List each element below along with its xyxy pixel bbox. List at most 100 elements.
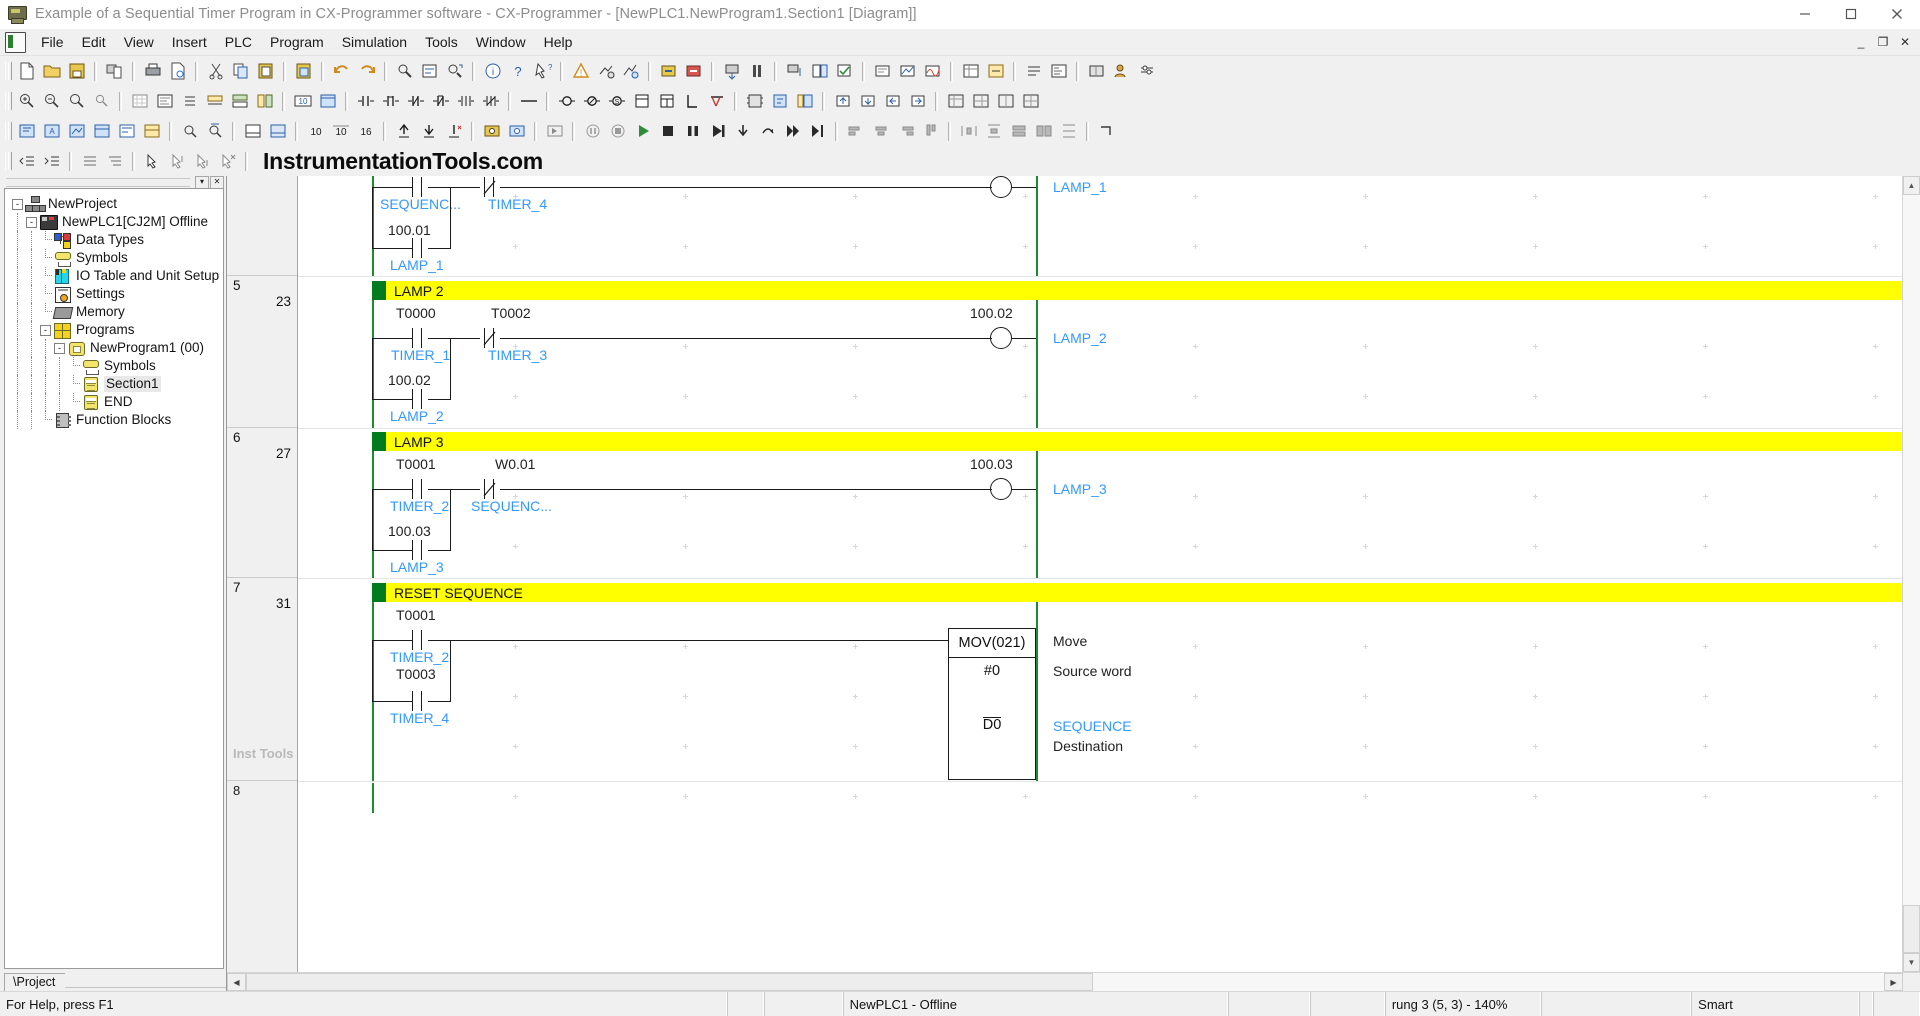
gutter-cell-8[interactable]: 8 <box>227 781 297 811</box>
coil-5[interactable] <box>990 327 1012 349</box>
tree-item-symbols[interactable]: Symbols <box>11 357 223 375</box>
transfer-from-plc-icon[interactable] <box>782 59 807 83</box>
cut-icon[interactable] <box>203 59 228 83</box>
mdi-minimize-icon[interactable]: _ <box>1850 32 1872 52</box>
tree-expander[interactable]: - <box>11 195 25 213</box>
tree-item-settings[interactable]: Settings <box>11 285 223 303</box>
rung-up-icon[interactable] <box>830 89 855 113</box>
new-instruction-alt-icon[interactable] <box>654 89 679 113</box>
paste-special-icon[interactable] <box>291 59 316 83</box>
menu-edit[interactable]: Edit <box>73 31 115 53</box>
gutter-cell-7[interactable]: 7 31 Inst Tools <box>227 578 297 781</box>
hscroll-track[interactable] <box>246 973 1884 991</box>
coil-4[interactable] <box>990 176 1012 198</box>
work-online-simulator-icon[interactable] <box>479 119 504 143</box>
new-contact-nc-alt-icon[interactable] <box>428 89 453 113</box>
menu-plc[interactable]: PLC <box>216 31 261 53</box>
contact-4-3[interactable] <box>406 238 428 258</box>
toolbar-grip[interactable] <box>4 61 12 81</box>
save-icon[interactable] <box>64 59 89 83</box>
tree-item-memory[interactable]: Memory <box>11 303 223 321</box>
symbol-table-icon[interactable] <box>958 59 983 83</box>
function-block-library-icon[interactable] <box>792 89 817 113</box>
new-contact-nc-icon[interactable] <box>403 89 428 113</box>
comment-view-icon[interactable] <box>114 119 139 143</box>
corner-connect-icon[interactable] <box>1094 119 1119 143</box>
tree-item-data-types[interactable]: Data Types <box>11 231 223 249</box>
decrease-indent-icon[interactable] <box>14 149 39 173</box>
tree-expander[interactable]: - <box>25 213 39 231</box>
toggle-address-display-icon[interactable]: 10 <box>290 89 315 113</box>
tree-item-function-blocks[interactable]: Function Blocks <box>11 411 223 429</box>
user-settings-icon[interactable] <box>1109 59 1134 83</box>
pause-run-icon[interactable] <box>680 119 705 143</box>
mnemonic-view-icon[interactable] <box>1046 59 1071 83</box>
replace-icon[interactable] <box>417 59 442 83</box>
io-comment-icon[interactable]: A <box>39 119 64 143</box>
contact-7-1[interactable] <box>406 630 428 650</box>
step-over-icon[interactable] <box>755 119 780 143</box>
new-vertical-line-icon[interactable] <box>679 89 704 113</box>
tree-item-io-table-and-unit-setup[interactable]: IO Table and Unit Setup <box>11 267 223 285</box>
decimal-signed-icon[interactable]: 10 <box>328 119 353 143</box>
print-icon[interactable] <box>140 59 165 83</box>
open-file-icon[interactable] <box>39 59 64 83</box>
info-icon[interactable]: i <box>480 59 505 83</box>
zoom-fit-icon[interactable] <box>89 89 114 113</box>
paste-icon[interactable] <box>253 59 278 83</box>
run-to-cursor-icon[interactable] <box>805 119 830 143</box>
auto-online-icon[interactable] <box>681 59 706 83</box>
scroll-up-icon[interactable]: ▲ <box>1903 176 1920 195</box>
scroll-left-icon[interactable]: ◀ <box>227 973 246 991</box>
mdi-close-icon[interactable]: ✕ <box>1894 32 1916 52</box>
align-top-icon[interactable] <box>918 119 943 143</box>
verify-plc-icon[interactable] <box>832 59 857 83</box>
rung-left-icon[interactable] <box>880 89 905 113</box>
align-center-icon[interactable] <box>868 119 893 143</box>
rung-comment-7[interactable]: RESET SEQUENCE <box>372 583 1902 602</box>
coil-6[interactable] <box>990 478 1012 500</box>
close-button[interactable] <box>1874 0 1920 28</box>
menu-insert[interactable]: Insert <box>163 31 216 53</box>
distribute-h-icon[interactable] <box>956 119 981 143</box>
view-split-icon[interactable] <box>993 89 1018 113</box>
view-grid-icon[interactable] <box>1018 89 1043 113</box>
toolbar-grip-2[interactable] <box>4 91 12 111</box>
gutter-cell-6[interactable]: 6 27 <box>227 428 297 578</box>
find-address-icon[interactable] <box>202 119 227 143</box>
bookmark-prev-icon[interactable] <box>190 149 215 173</box>
step-in-icon[interactable] <box>730 119 755 143</box>
register-watch-icon[interactable] <box>870 59 895 83</box>
outline-view-icon[interactable] <box>102 149 127 173</box>
undo-icon[interactable] <box>329 59 354 83</box>
contact-6-2[interactable] <box>478 479 500 499</box>
step-execution-icon[interactable] <box>542 119 567 143</box>
contact-6-3[interactable] <box>406 540 428 560</box>
tree-item-newplc1-cj2m-offline[interactable]: - NewPLC1[CJ2M] Offline <box>11 213 223 231</box>
find-next-icon[interactable] <box>442 59 467 83</box>
new-instruction-icon[interactable] <box>629 89 654 113</box>
delete-element-icon[interactable] <box>704 89 729 113</box>
tree-item-newprogram1-00[interactable]: - NewProgram1 (00) <box>11 339 223 357</box>
project-tree[interactable]: - NewProject - NewPLC1[CJ2M] Offline Data Ty… <box>4 188 224 969</box>
show-comments-icon[interactable] <box>152 89 177 113</box>
transfer-to-plc-icon[interactable] <box>719 59 744 83</box>
vscroll-thumb[interactable] <box>1903 905 1920 953</box>
rung-right-icon[interactable] <box>905 89 930 113</box>
force-on-icon[interactable] <box>391 119 416 143</box>
gutter-cell-5[interactable]: 5 23 <box>227 276 297 428</box>
rung-down-icon[interactable] <box>855 89 880 113</box>
print-preview-icon[interactable] <box>165 59 190 83</box>
tree-expander[interactable]: - <box>53 339 67 357</box>
zoom-out-icon[interactable] <box>39 89 64 113</box>
show-symbols-icon[interactable] <box>177 89 202 113</box>
monitor-window-icon[interactable] <box>315 89 340 113</box>
zoom-in-icon[interactable] <box>14 89 39 113</box>
align-left-icon[interactable] <box>843 119 868 143</box>
snap-grid-icon[interactable] <box>1056 119 1081 143</box>
show-program-comment-icon[interactable] <box>252 89 277 113</box>
contact-5-1[interactable] <box>406 328 428 348</box>
view-mnemonics-icon[interactable] <box>943 89 968 113</box>
pause-sim-icon[interactable] <box>580 119 605 143</box>
contact-4-1[interactable] <box>406 177 428 197</box>
